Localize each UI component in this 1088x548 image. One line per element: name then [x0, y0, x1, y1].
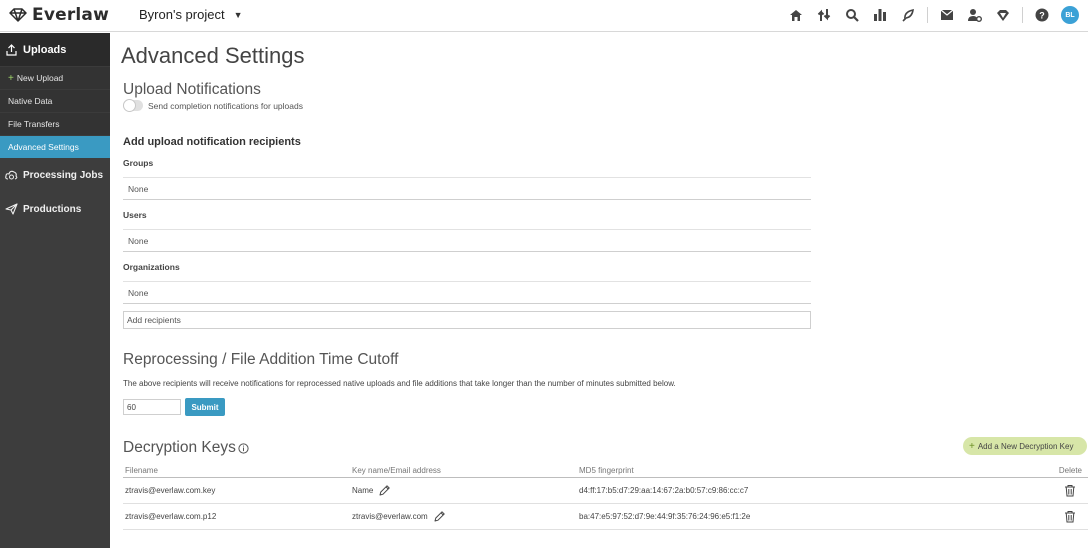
project-selector[interactable]: Byron's project ▼ [139, 7, 243, 22]
trash-icon[interactable] [1064, 478, 1076, 503]
top-bar: Everlaw Byron's project ▼ ? BL [0, 0, 1088, 32]
everlaw-logo[interactable]: Everlaw [8, 5, 109, 25]
users-value: None [123, 229, 811, 252]
toggle-knob [123, 99, 136, 112]
sidebar-item-file-transfers[interactable]: File Transfers [0, 112, 110, 135]
page-title: Advanced Settings [121, 43, 305, 68]
chevron-down-icon: ▼ [233, 9, 243, 20]
messages-icon[interactable] [938, 6, 956, 24]
pencil-icon[interactable] [378, 484, 391, 497]
fingerprint-cell: d4:ff:17:b5:d7:29:aa:14:67:2a:b0:57:c9:8… [579, 486, 749, 495]
table-header: Filename Key name/Email address MD5 fing… [123, 463, 1088, 478]
sidebar-item-advanced-settings[interactable]: Advanced Settings [0, 135, 110, 158]
sidebar-item-native-data[interactable]: Native Data [0, 89, 110, 112]
help-icon[interactable]: ? [1033, 6, 1051, 24]
key-name-text: Name [352, 486, 374, 495]
key-name-cell: Name [352, 478, 391, 503]
groups-value: None [123, 177, 811, 200]
sidebar: Uploads + New Upload Native Data File Tr… [0, 33, 110, 548]
user-menu[interactable]: BL [1061, 6, 1079, 24]
sidebar-item-label: New Upload [16, 73, 64, 83]
sidebar-section-label: Productions [23, 203, 82, 215]
completion-notification-toggle[interactable] [123, 99, 143, 112]
admin-user-icon[interactable] [966, 6, 984, 24]
processing-cloud-icon [5, 170, 18, 180]
upload-notifications-heading: Upload Notifications [123, 81, 261, 98]
sidebar-item-new-upload[interactable]: + New Upload [0, 66, 110, 89]
filename-cell: ztravis@everlaw.com.key [125, 486, 216, 495]
users-label: Users [123, 210, 147, 220]
cutoff-heading: Reprocessing / File Addition Time Cutoff [123, 351, 399, 368]
pencil-icon[interactable] [433, 510, 446, 523]
divider [1022, 7, 1023, 23]
svg-text:?: ? [1039, 11, 1045, 21]
plus-icon: + [969, 440, 975, 452]
plus-icon: + [8, 72, 14, 84]
column-header-key-name: Key name/Email address [352, 465, 441, 475]
notification-toggle-row: Send completion notifications for upload… [123, 99, 303, 112]
add-recipients-input[interactable]: Add recipients [123, 311, 811, 329]
column-header-delete: Delete [1058, 465, 1082, 475]
groups-label: Groups [123, 158, 154, 168]
cutoff-note: The above recipients will receive notifi… [123, 379, 676, 388]
add-key-label: Add a New Decryption Key [977, 441, 1074, 451]
paper-plane-icon [5, 203, 18, 215]
sidebar-section-processing-jobs[interactable]: Processing Jobs [0, 158, 110, 192]
storybuilder-icon[interactable] [899, 6, 917, 24]
logo-text: Everlaw [32, 5, 110, 25]
avatar: BL [1061, 6, 1079, 24]
top-icon-bar: ? BL [777, 6, 1079, 24]
everlaw-diamond-icon [9, 8, 27, 22]
organizations-value: None [123, 281, 811, 304]
project-name: Byron's project [139, 7, 225, 22]
analytics-icon[interactable] [871, 6, 889, 24]
divider [927, 7, 928, 23]
info-icon[interactable] [238, 443, 249, 454]
recipients-heading: Add upload notification recipients [123, 136, 301, 148]
add-decryption-key-button[interactable]: + Add a New Decryption Key [963, 437, 1087, 455]
submit-button[interactable]: Submit [185, 398, 225, 416]
trash-icon[interactable] [1064, 504, 1076, 529]
column-header-fingerprint: MD5 fingerprint [579, 465, 634, 475]
upload-icon [6, 43, 17, 56]
sidebar-section-label: Uploads [23, 43, 67, 56]
organizations-label: Organizations [123, 262, 180, 272]
sidebar-item-label: File Transfers [8, 119, 60, 129]
filename-cell: ztravis@everlaw.com.p12 [125, 512, 217, 521]
transfer-icon[interactable] [815, 6, 833, 24]
search-icon[interactable] [843, 6, 861, 24]
sidebar-section-productions[interactable]: Productions [0, 192, 110, 226]
sidebar-item-label: Native Data [8, 96, 53, 106]
sidebar-section-label: Processing Jobs [23, 169, 104, 181]
sidebar-item-label: Advanced Settings [8, 142, 79, 152]
sidebar-section-uploads[interactable]: Uploads [0, 33, 110, 66]
table-row: ztravis@everlaw.com.key Name d4:ff:17:b5… [123, 478, 1088, 504]
cutoff-minutes-input[interactable]: 60 [123, 399, 181, 415]
home-icon[interactable] [787, 6, 805, 24]
key-name-cell: ztravis@everlaw.com [352, 504, 446, 529]
toggle-label: Send completion notifications for upload… [148, 100, 303, 111]
main-content: Advanced Settings Upload Notifications S… [110, 33, 1088, 548]
legal-hold-icon[interactable] [994, 6, 1012, 24]
fingerprint-cell: ba:47:e5:97:52:d7:9e:44:9f:35:76:24:96:e… [579, 512, 751, 521]
key-name-text: ztravis@everlaw.com [352, 512, 428, 521]
decryption-keys-heading: Decryption Keys [123, 439, 236, 456]
table-row: ztravis@everlaw.com.p12 ztravis@everlaw.… [123, 504, 1088, 530]
column-header-filename: Filename [125, 465, 158, 475]
decryption-keys-table: Filename Key name/Email address MD5 fing… [123, 463, 1088, 530]
